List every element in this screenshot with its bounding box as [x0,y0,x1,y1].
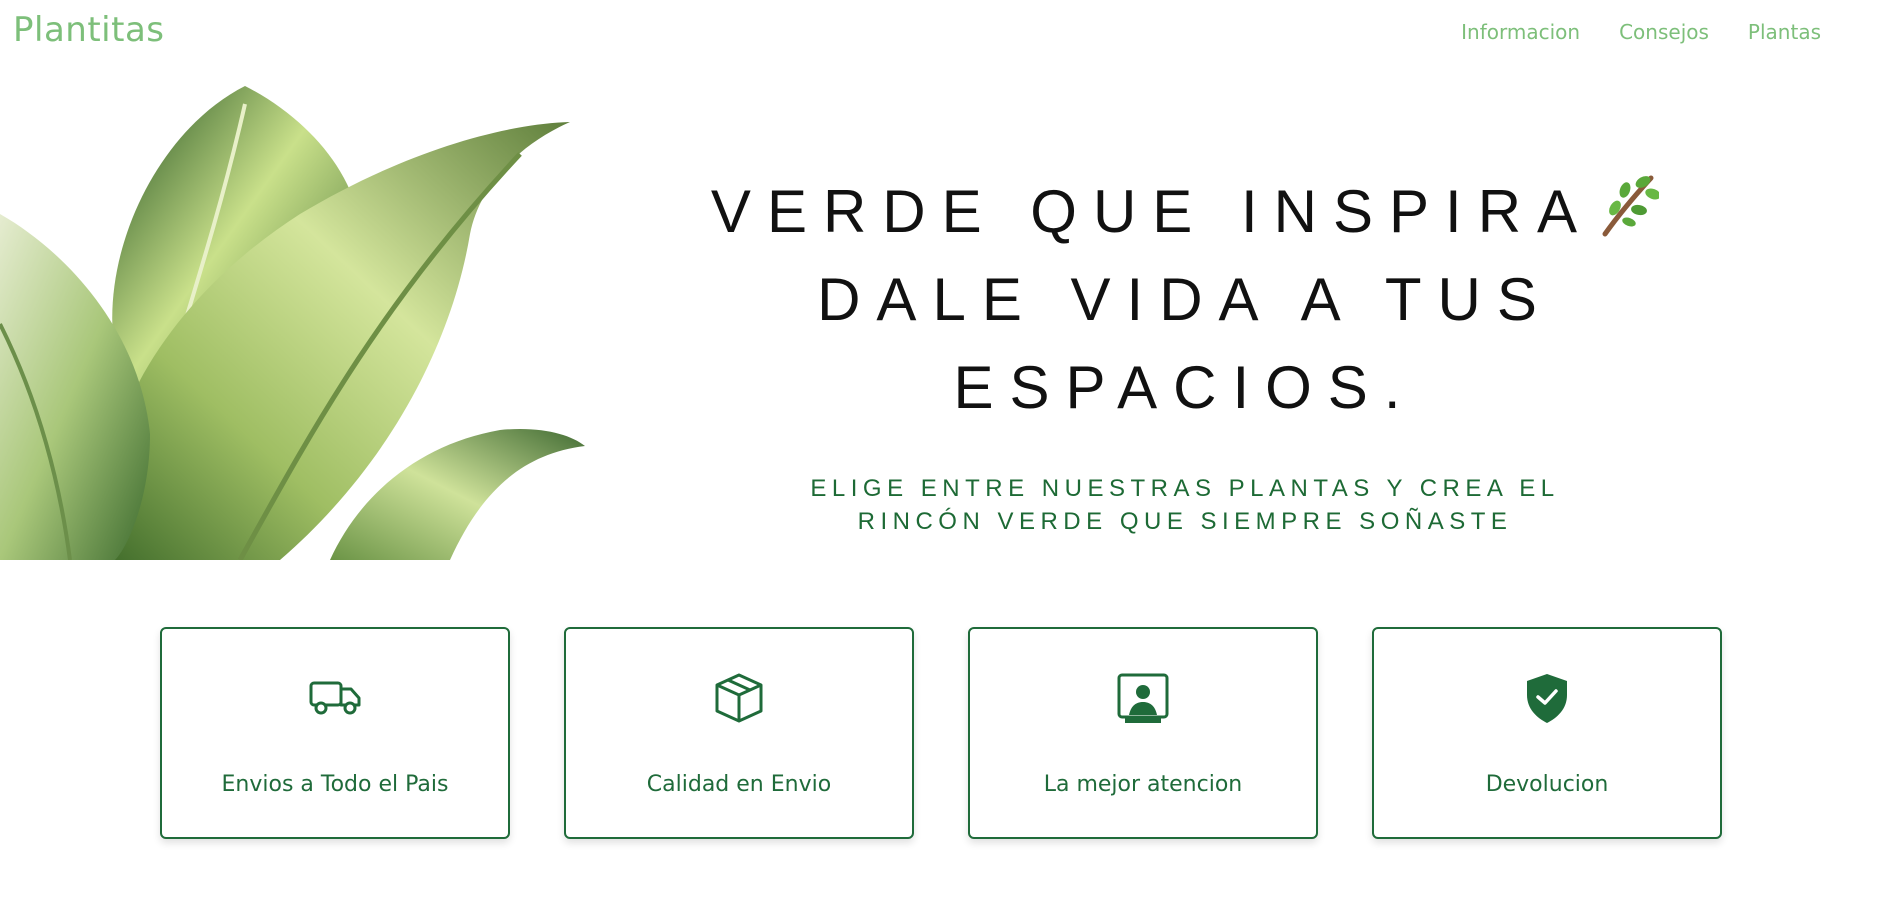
nav-link-plantas[interactable]: Plantas [1748,20,1821,44]
page: Plantitas Informacion Consejos Plantas V… [0,0,1894,898]
nav-link-informacion[interactable]: Informacion [1461,20,1580,44]
feature-card-shipping[interactable]: Envios a Todo el Pais [160,627,510,839]
feature-card-support[interactable]: La mejor atencion [968,627,1318,839]
feature-label: Envios a Todo el Pais [221,772,449,797]
hero-plant-image [0,74,585,560]
main-nav: Informacion Consejos Plantas [1461,20,1821,44]
feature-card-returns[interactable]: Devolucion [1372,627,1722,839]
feature-label: Devolucion [1485,772,1609,797]
nav-link-consejos[interactable]: Consejos [1619,20,1709,44]
hero-text: VERDE QUE INSPIRA DALE VIDA A TUS ESPACI… [620,168,1750,538]
subtitle-line-2: RINCÓN VERDE QUE SIEMPRE SOÑASTE [857,508,1513,535]
headline-line-1: VERDE QUE INSPIRA [710,178,1594,245]
hero-subtitle: ELIGE ENTRE NUESTRAS PLANTAS Y CREA EL R… [805,472,1565,538]
brand-logo[interactable]: Plantitas [13,10,165,50]
headline-line-2: DALE VIDA A TUS [817,266,1553,333]
feature-cards: Envios a Todo el Pais Calidad en Envio L… [160,627,1722,839]
truck-icon [309,681,361,715]
feature-card-quality[interactable]: Calidad en Envio [564,627,914,839]
subtitle-line-1: ELIGE ENTRE NUESTRAS PLANTAS Y CREA EL [810,475,1560,502]
shield-check-icon [1527,674,1567,723]
hero-headline: VERDE QUE INSPIRA DALE VIDA A TUS ESPACI… [620,168,1750,432]
box-icon [715,673,763,723]
headline-line-3: ESPACIOS. [953,354,1417,421]
feature-label: La mejor atencion [1043,772,1243,797]
sprig-icon [1602,175,1660,237]
feature-label: Calidad en Envio [646,772,832,797]
support-user-icon [1117,673,1169,723]
